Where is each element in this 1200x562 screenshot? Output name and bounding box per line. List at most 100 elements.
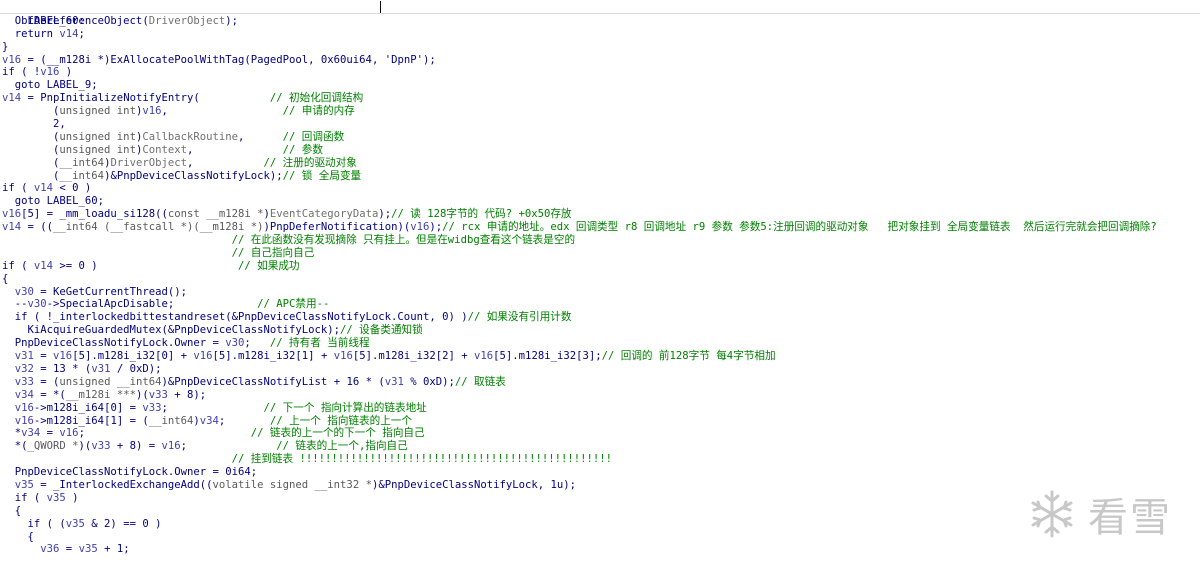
code-token: % 0xD); (403, 375, 455, 388)
code-token: // 链表的上一个的下一个 指向自己 (250, 427, 425, 440)
code-token: ; (78, 427, 251, 440)
code-token: // 下一个 指向计算出的链表地址 (263, 401, 427, 414)
code-token: // 参数 (282, 143, 323, 156)
code-token: { (2, 530, 34, 543)
code-line[interactable]: if ( v14 >= 0 ) // 如果成功 (2, 260, 1200, 273)
code-line[interactable]: v32 = 13 * (v31 / 0xD); (2, 363, 1200, 376)
code-line[interactable]: { (2, 531, 1200, 544)
code-line[interactable]: PnpDeviceClassNotifyLock.Owner = 0i64; (2, 466, 1200, 479)
code-token: , (371, 53, 385, 66)
code-token: v33 (91, 440, 111, 453)
code-line[interactable]: v16[5] = _mm_loadu_si128((const __m128i … (2, 208, 1200, 221)
code-token: ); (225, 14, 239, 27)
code-token: v16 (53, 350, 73, 363)
code-token: // 回调的 前128字节 每4字节相加 (601, 350, 776, 363)
code-line[interactable]: 2, (2, 118, 1200, 131)
code-label-line[interactable]: LABEL_60: (2, 2, 1200, 27)
code-token: v16 (410, 221, 430, 234)
code-token: ->m128i_i64[0] = (33, 401, 143, 414)
code-line[interactable]: v34 = *(__m128i ***)(v33 + 8); (2, 389, 1200, 402)
code-line[interactable]: v14 = PnpInitializeNotifyEntry( // 初始化回调… (2, 92, 1200, 105)
code-line[interactable]: v16->m128i_i64[0] = v33; // 下一个 指向计算出的链表… (2, 402, 1200, 415)
code-line[interactable]: // 挂到链表 !!!!!!!!!!!!!!!!!!!!!!!!!!!!!!!!… (2, 453, 1200, 466)
code-token: + 1; (97, 543, 130, 556)
code-lines[interactable]: ObfDereferenceObject(DriverObject); retu… (2, 15, 1200, 556)
code-token: v30 (14, 285, 34, 298)
code-line[interactable]: // 自己指向自己 (2, 247, 1200, 260)
code-line[interactable]: v33 = (unsigned __int64)&PnpDeviceClassN… (2, 376, 1200, 389)
code-token: __int64 (59, 169, 105, 182)
code-token: v16 (2, 53, 22, 66)
code-line[interactable]: v31 = v16[5].m128i_i32[0] + v16[5].m128i… (2, 350, 1200, 363)
code-line[interactable]: goto LABEL_60; (2, 195, 1200, 208)
code-line[interactable]: *(_QWORD *)(v33 + 8) = v16; // 链表的上一个,指向… (2, 440, 1200, 453)
code-token: v31 (91, 362, 111, 375)
code-token: v34 (14, 388, 34, 401)
code-token: DriverObject (110, 156, 187, 169)
code-token: , (161, 105, 283, 118)
code-line[interactable]: v16 = (__m128i *)ExAllocatePoolWithTag(P… (2, 54, 1200, 67)
code-line[interactable]: ObfDereferenceObject(DriverObject); (2, 15, 1200, 28)
code-token: ->m128i_i64[1] = ( (33, 414, 149, 427)
code-line[interactable]: v16->m128i_i64[1] = (__int64)v34; // 上一个… (2, 415, 1200, 428)
code-token: = 13 * ( (33, 362, 92, 375)
code-token: // 上一个 指向链表的上一个 (269, 414, 412, 427)
code-token: v35 (14, 478, 34, 491)
code-line[interactable]: PnpDeviceClassNotifyLock.Owner = v30; //… (2, 337, 1200, 350)
code-line[interactable]: *v34 = v16; // 链表的上一个的下一个 指向自己 (2, 427, 1200, 440)
code-token: )( (78, 440, 92, 453)
code-token: // 如果没有引用计数 (467, 311, 572, 324)
code-token: CallbackRoutine (142, 130, 239, 143)
code-token: // 申请的内存 (282, 105, 355, 118)
code-line[interactable]: if ( v35 ) (2, 492, 1200, 505)
code-token: [5].m128i_i32[2] + (352, 350, 475, 363)
code-token: , (187, 156, 264, 169)
code-token: ; (180, 440, 277, 453)
pseudocode-view[interactable]: LABEL_60: ObfDereferenceObject(DriverObj… (2, 2, 1200, 562)
code-line[interactable]: // 在此函数没有发现摘除 只有挂上。但是在widbg查看这个链表是空的 (2, 234, 1200, 247)
code-token: const __m128i * (167, 208, 264, 221)
code-token: ) (65, 491, 79, 504)
code-token: / 0xD); (110, 362, 162, 375)
code-token: [5] = _mm_loadu_si128(( (21, 208, 168, 221)
code-line[interactable]: { (2, 273, 1200, 286)
code-token: } (2, 40, 9, 53)
code-token: ); (378, 208, 392, 221)
code-token: v16 (142, 105, 162, 118)
code-token: v33 (142, 401, 162, 414)
code-line[interactable]: v36 = v35 + 1; (2, 543, 1200, 556)
code-line[interactable]: if ( !_interlockedbittestandreset(&PnpDe… (2, 311, 1200, 324)
code-line[interactable]: v30 = KeGetCurrentThread(); (2, 286, 1200, 299)
code-line[interactable]: (unsigned int)Context, // 参数 (2, 144, 1200, 157)
code-token: & 2) == 0 ) (84, 517, 162, 530)
code-line[interactable]: (unsigned int)CallbackRoutine, // 回调函数 (2, 131, 1200, 144)
code-token: // 初始化回调结构 (269, 92, 364, 105)
code-token: )( (135, 388, 149, 401)
code-line[interactable]: } (2, 41, 1200, 54)
code-line[interactable]: v35 = _InterlockedExchangeAdd((volatile … (2, 479, 1200, 492)
code-token: v35 (65, 517, 85, 530)
code-line[interactable]: if ( !v16 ) (2, 66, 1200, 79)
code-line[interactable]: return v14; (2, 28, 1200, 41)
code-line[interactable]: if ( (v35 & 2) == 0 ) (2, 518, 1200, 531)
code-token: unsigned __int64 (59, 375, 162, 388)
code-line[interactable]: v14 = ((__int64 (__fastcall *)(__m128i *… (2, 221, 1200, 234)
code-line[interactable]: --v30->SpecialApcDisable; // APC禁用-- (2, 298, 1200, 311)
code-line[interactable]: (__int64)DriverObject, // 注册的驱动对象 (2, 157, 1200, 170)
code-line[interactable]: goto LABEL_9; (2, 79, 1200, 92)
code-line[interactable]: (unsigned int)v16, // 申请的内存 (2, 105, 1200, 118)
code-line[interactable]: (__int64)&PnpDeviceClassNotifyLock);// 锁… (2, 170, 1200, 183)
code-token: 2, (2, 118, 66, 131)
code-line[interactable]: KiAcquireGuardedMutex(&PnpDeviceClassNot… (2, 324, 1200, 337)
code-line[interactable]: { (2, 505, 1200, 518)
code-token: goto LABEL_60; (2, 195, 105, 208)
code-token: = (__m128i *)ExAllocatePoolWithTag(Paged… (21, 53, 321, 66)
code-token: = (33, 350, 54, 363)
code-token: >= 0 ) (53, 259, 238, 272)
code-token: * (2, 427, 22, 440)
code-line[interactable]: if ( v14 < 0 ) (2, 182, 1200, 195)
code-token: // 自己指向自己 (231, 246, 315, 259)
code-token: __int64 (59, 156, 105, 169)
